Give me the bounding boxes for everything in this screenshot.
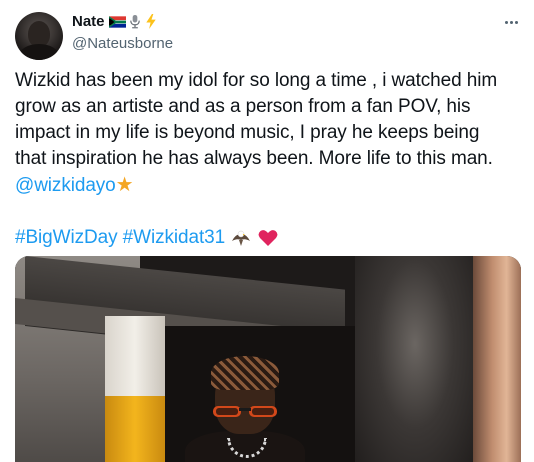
mention-line: @wizkidayo★ <box>15 172 525 199</box>
tweet-text-line: grow as an artiste and as a person from … <box>15 96 471 117</box>
display-name[interactable]: Nate <box>72 13 105 30</box>
hashtag-link[interactable]: #Wizkidat31 <box>123 227 225 248</box>
eagle-icon <box>232 230 251 246</box>
tweet-text-line: Wizkid has been my idol for so long a ti… <box>15 70 498 91</box>
tweet-text-line: that inspiration he has always been. Mor… <box>15 148 493 169</box>
user-handle[interactable]: @Nateusborne <box>72 35 173 52</box>
microphone-icon <box>129 14 140 29</box>
tweet-text: Wizkid has been my idol for so long a ti… <box>15 68 525 251</box>
lightning-bolt-icon <box>145 14 156 29</box>
heart-icon <box>259 230 278 246</box>
south-africa-flag-icon <box>108 15 126 28</box>
star-icon: ★ <box>115 174 134 196</box>
tweet-photo[interactable] <box>15 256 521 462</box>
tweet-card[interactable]: Nate @Nateusborne Wizkid has been my ido… <box>0 0 534 462</box>
hashtag-link[interactable]: #BigWizDay <box>15 227 118 248</box>
avatar[interactable] <box>15 12 63 60</box>
more-options-icon[interactable] <box>505 16 518 28</box>
sunglasses-detail <box>213 406 277 417</box>
mention-link[interactable]: @wizkidayo <box>15 175 116 196</box>
user-name-row[interactable]: Nate <box>72 13 158 30</box>
tweet-text-line: impact in my life is beyond music, I pra… <box>15 122 480 143</box>
hashtags-row: #BigWizDay #Wizkidat31 <box>15 225 525 251</box>
